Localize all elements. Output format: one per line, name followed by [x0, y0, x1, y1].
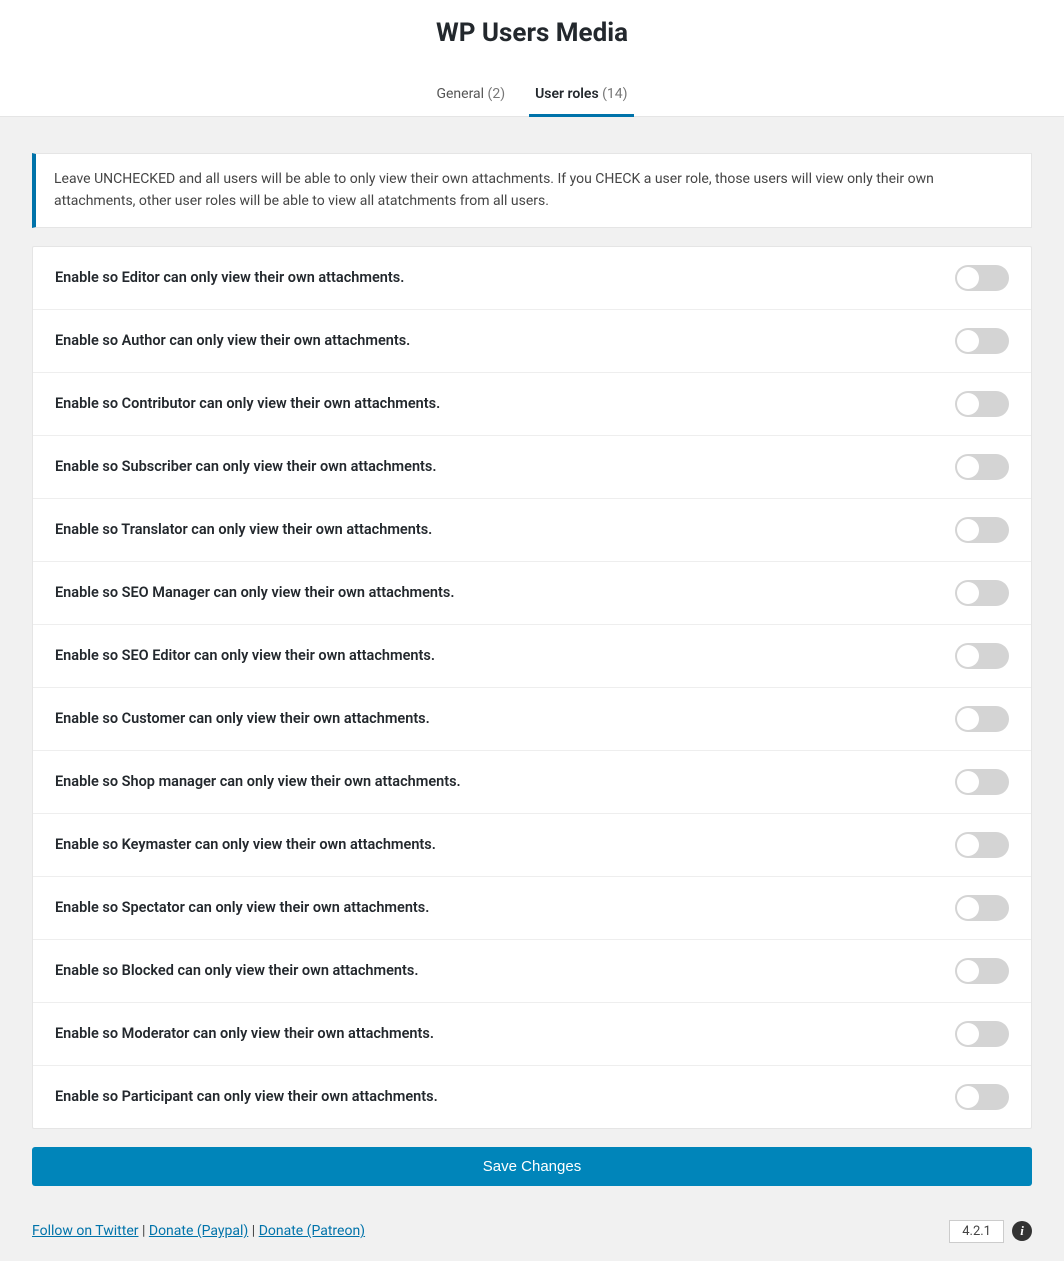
toggle-switch[interactable] — [955, 706, 1009, 732]
toggle-knob — [957, 834, 979, 856]
tab-label: General — [436, 86, 487, 102]
toggle-switch[interactable] — [955, 832, 1009, 858]
toggle-knob — [957, 708, 979, 730]
toggle-knob — [957, 456, 979, 478]
setting-label: Enable so Moderator can only view their … — [55, 1025, 434, 1042]
toggle-switch[interactable] — [955, 391, 1009, 417]
toggle-knob — [957, 645, 979, 667]
info-icon[interactable]: i — [1012, 1221, 1032, 1241]
toggle-knob — [957, 1023, 979, 1045]
page-title: WP Users Media — [0, 18, 1064, 48]
setting-label: Enable so Keymaster can only view their … — [55, 836, 436, 853]
separator: | — [248, 1223, 258, 1239]
setting-row: Enable so Editor can only view their own… — [33, 247, 1031, 310]
notice-box: Leave UNCHECKED and all users will be ab… — [32, 153, 1032, 228]
tab-count: (2) — [488, 86, 506, 102]
toggle-switch[interactable] — [955, 643, 1009, 669]
toggle-knob — [957, 771, 979, 793]
toggle-switch[interactable] — [955, 769, 1009, 795]
toggle-switch[interactable] — [955, 454, 1009, 480]
toggle-knob — [957, 519, 979, 541]
toggle-switch[interactable] — [955, 1021, 1009, 1047]
tab-user-roles[interactable]: User roles (14) — [529, 76, 633, 117]
setting-label: Enable so Editor can only view their own… — [55, 269, 404, 286]
setting-label: Enable so Customer can only view their o… — [55, 710, 430, 727]
tab-count: (14) — [602, 86, 627, 102]
tab-label: User roles — [535, 86, 602, 102]
toggle-switch[interactable] — [955, 517, 1009, 543]
save-button[interactable]: Save Changes — [32, 1147, 1032, 1186]
toggle-knob — [957, 393, 979, 415]
setting-row: Enable so Subscriber can only view their… — [33, 436, 1031, 499]
toggle-switch[interactable] — [955, 1084, 1009, 1110]
setting-label: Enable so Author can only view their own… — [55, 332, 410, 349]
setting-row: Enable so Moderator can only view their … — [33, 1003, 1031, 1066]
toggle-knob — [957, 897, 979, 919]
settings-list: Enable so Editor can only view their own… — [32, 246, 1032, 1129]
setting-row: Enable so Customer can only view their o… — [33, 688, 1031, 751]
toggle-knob — [957, 960, 979, 982]
setting-row: Enable so Translator can only view their… — [33, 499, 1031, 562]
setting-label: Enable so Contributor can only view thei… — [55, 395, 440, 412]
setting-row: Enable so Spectator can only view their … — [33, 877, 1031, 940]
toggle-knob — [957, 330, 979, 352]
setting-row: Enable so Author can only view their own… — [33, 310, 1031, 373]
setting-row: Enable so Participant can only view thei… — [33, 1066, 1031, 1128]
setting-row: Enable so SEO Manager can only view thei… — [33, 562, 1031, 625]
toggle-switch[interactable] — [955, 580, 1009, 606]
setting-label: Enable so Participant can only view thei… — [55, 1088, 438, 1105]
tab-general[interactable]: General (2) — [430, 76, 511, 117]
toggle-switch[interactable] — [955, 328, 1009, 354]
toggle-knob — [957, 267, 979, 289]
tabs: General (2) User roles (14) — [0, 76, 1064, 117]
toggle-switch[interactable] — [955, 958, 1009, 984]
donate-paypal-link[interactable]: Donate (Paypal) — [149, 1223, 248, 1239]
footer-links: Follow on Twitter | Donate (Paypal) | Do… — [32, 1223, 365, 1239]
version-badge: 4.2.1 — [949, 1220, 1004, 1243]
setting-label: Enable so SEO Manager can only view thei… — [55, 584, 454, 601]
setting-row: Enable so Contributor can only view thei… — [33, 373, 1031, 436]
setting-row: Enable so Shop manager can only view the… — [33, 751, 1031, 814]
setting-label: Enable so Translator can only view their… — [55, 521, 432, 538]
setting-label: Enable so Subscriber can only view their… — [55, 458, 437, 475]
setting-label: Enable so SEO Editor can only view their… — [55, 647, 435, 664]
donate-patreon-link[interactable]: Donate (Patreon) — [259, 1223, 365, 1239]
toggle-switch[interactable] — [955, 895, 1009, 921]
setting-row: Enable so Blocked can only view their ow… — [33, 940, 1031, 1003]
separator: | — [139, 1223, 149, 1239]
toggle-knob — [957, 1086, 979, 1108]
setting-label: Enable so Shop manager can only view the… — [55, 773, 461, 790]
setting-row: Enable so SEO Editor can only view their… — [33, 625, 1031, 688]
setting-label: Enable so Spectator can only view their … — [55, 899, 429, 916]
setting-label: Enable so Blocked can only view their ow… — [55, 962, 418, 979]
setting-row: Enable so Keymaster can only view their … — [33, 814, 1031, 877]
toggle-knob — [957, 582, 979, 604]
twitter-link[interactable]: Follow on Twitter — [32, 1223, 139, 1239]
toggle-switch[interactable] — [955, 265, 1009, 291]
